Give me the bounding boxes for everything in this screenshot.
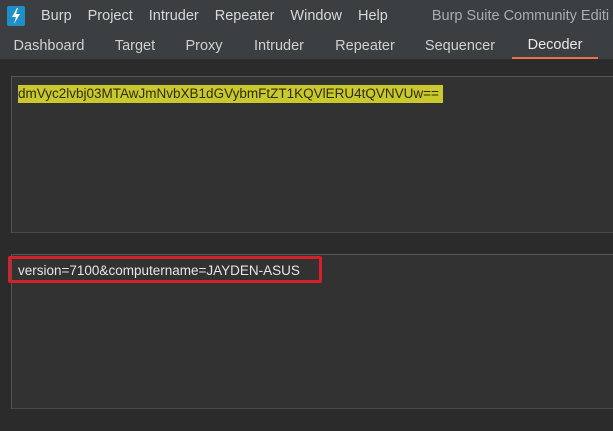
tool-tabs: Dashboard Target Proxy Intruder Repeater…	[0, 32, 613, 60]
tab-dashboard[interactable]: Dashboard	[0, 32, 98, 59]
tab-proxy[interactable]: Proxy	[172, 32, 236, 59]
menu-project[interactable]: Project	[80, 8, 141, 24]
menu-window[interactable]: Window	[282, 8, 350, 24]
burp-window: Burp Project Intruder Repeater Window He…	[0, 0, 613, 431]
decoder-input-panel[interactable]: dmVyc2lvbj03MTAwJmNvbXB1dGVybmFtZT1KQVlE…	[11, 76, 613, 233]
menu-intruder[interactable]: Intruder	[141, 8, 207, 24]
menu-burp[interactable]: Burp	[33, 8, 80, 24]
decoder-output-panel[interactable]: version=7100&computername=JAYDEN-ASUS	[11, 254, 613, 409]
tab-target[interactable]: Target	[98, 32, 172, 59]
tab-intruder[interactable]: Intruder	[236, 32, 322, 59]
app-title: Burp Suite Community Editi	[431, 8, 610, 24]
decoded-output-text[interactable]: version=7100&computername=JAYDEN-ASUS	[18, 261, 300, 280]
tab-sequencer[interactable]: Sequencer	[408, 32, 512, 59]
tab-repeater[interactable]: Repeater	[322, 32, 408, 59]
menu-bar: Burp Project Intruder Repeater Window He…	[0, 0, 613, 32]
encoded-input-text[interactable]: dmVyc2lvbj03MTAwJmNvbXB1dGVybmFtZT1KQVlE…	[18, 85, 443, 103]
burp-logo-icon	[7, 6, 25, 26]
menu-help[interactable]: Help	[350, 8, 396, 24]
menu-repeater[interactable]: Repeater	[207, 8, 283, 24]
tab-decoder[interactable]: Decoder	[512, 32, 598, 59]
